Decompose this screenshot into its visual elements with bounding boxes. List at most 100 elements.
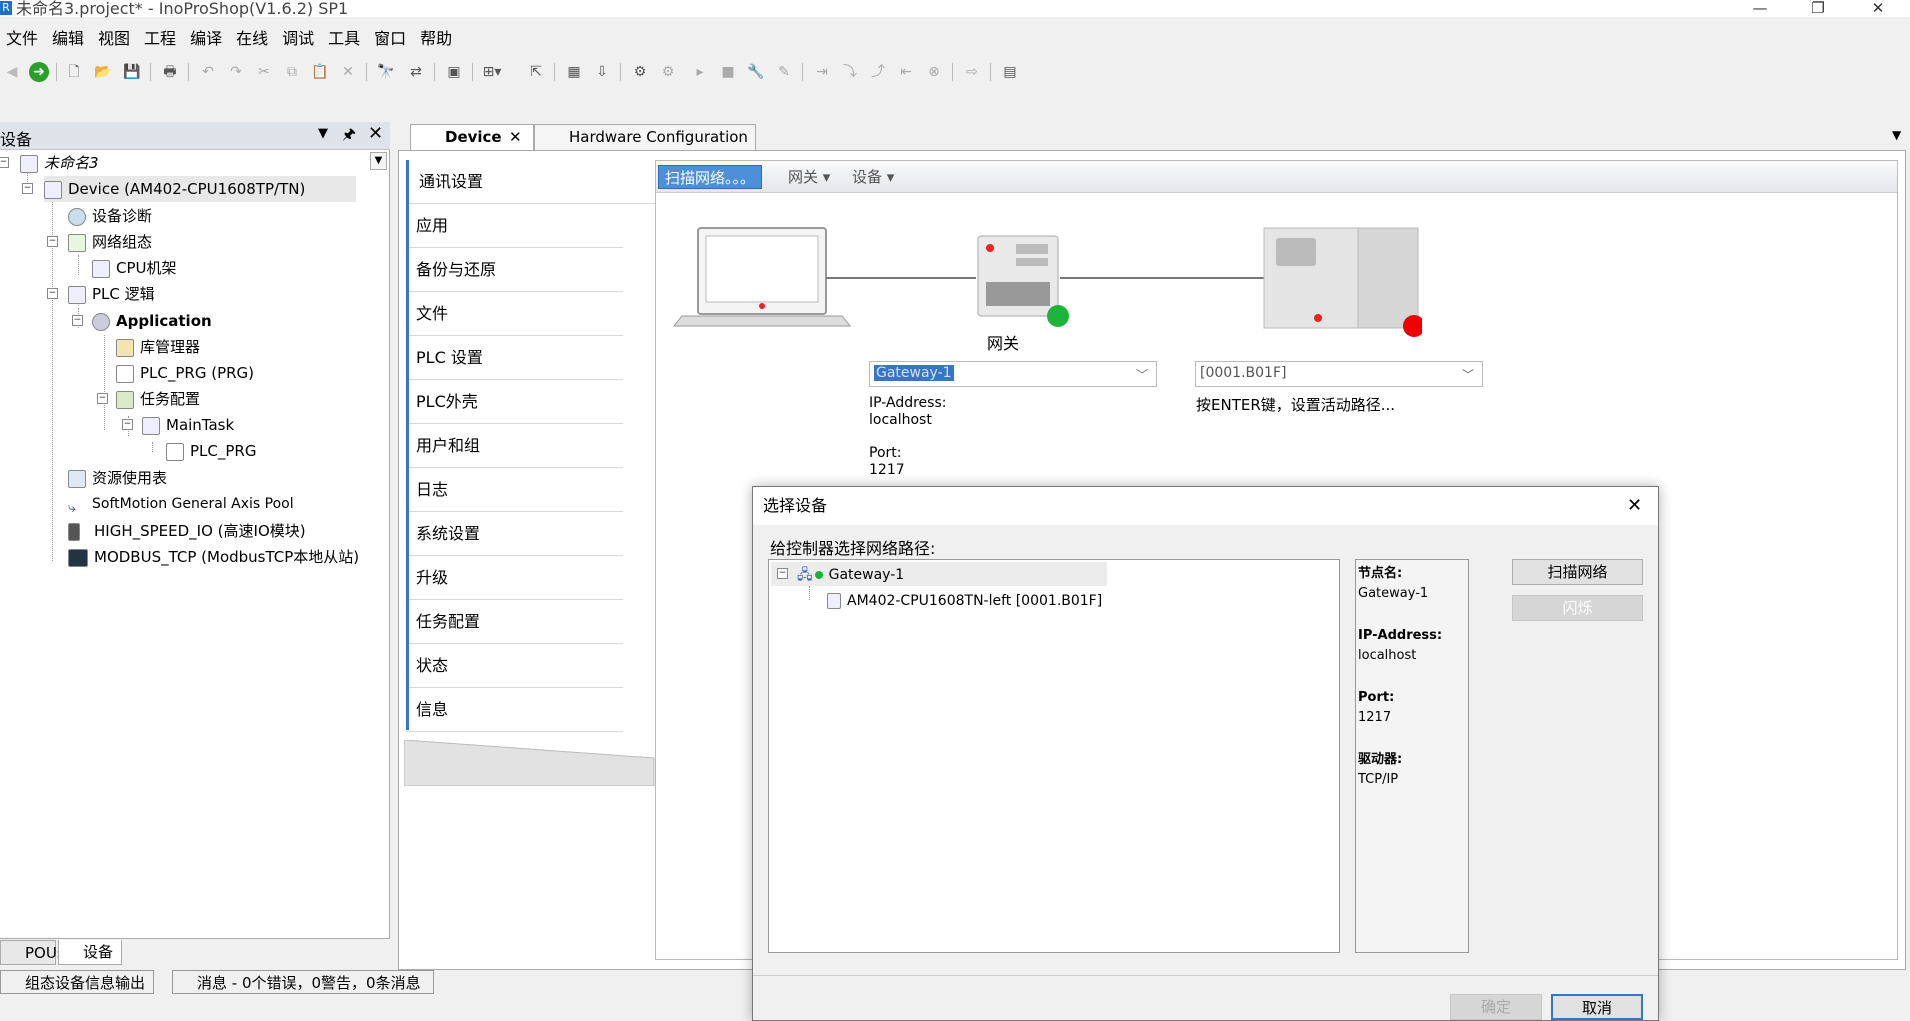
cancel-button[interactable]: 取消 [1551, 994, 1643, 1020]
tab-messages[interactable]: 消息 - 0个错误，0警告，0条消息 [172, 970, 434, 994]
scan-network-button[interactable]: 扫描网络。。。 [658, 165, 763, 189]
menu-debug[interactable]: 调试 [276, 27, 322, 51]
nav-files[interactable]: 文件 [406, 292, 623, 336]
nav-comm-settings[interactable]: 通讯设置 [406, 160, 656, 204]
close-tab-icon[interactable]: ✕ [509, 125, 522, 149]
open-folder-icon[interactable]: 📂 [93, 62, 113, 82]
expander-icon[interactable]: − [0, 157, 9, 168]
edit-icon[interactable]: ✎ [774, 62, 794, 82]
forward-icon[interactable]: ➜ [29, 62, 49, 82]
nav-plc-shell[interactable]: PLC外壳 [406, 380, 623, 424]
copy-icon[interactable]: ⧉ [282, 62, 302, 82]
pin-icon[interactable]: 🖈 [342, 124, 356, 149]
tree-item-high-speed-io[interactable]: HIGH_SPEED_IO (高速IO模块) [68, 518, 306, 544]
expander-icon[interactable]: − [777, 568, 788, 579]
run-icon[interactable]: ▸ [690, 62, 710, 82]
nav-application[interactable]: 应用 [406, 204, 623, 248]
menu-project[interactable]: 工程 [138, 27, 184, 51]
tree-item-diagnostics[interactable]: 设备诊断 [68, 203, 152, 229]
menu-tools[interactable]: 工具 [322, 27, 368, 51]
export-icon[interactable]: ⇱ [526, 62, 546, 82]
tabs-dropdown-icon[interactable]: ▼ [1892, 128, 1901, 142]
menu-online[interactable]: 在线 [230, 27, 276, 51]
run-to-cursor-icon[interactable]: ⇤ [896, 62, 916, 82]
nav-backup-restore[interactable]: 备份与还原 [406, 248, 623, 292]
close-window-button[interactable]: ✕ [1858, 0, 1898, 17]
tree-item-maintask[interactable]: MainTask [142, 412, 234, 438]
new-file-icon[interactable]: 🗋 [64, 62, 84, 82]
tree-item-project[interactable]: 未命名3 [20, 150, 99, 176]
step-over-icon[interactable]: ⇥ [812, 62, 832, 82]
tree-item-plc-device[interactable]: AM402-CPU1608TN-left [0001.B01F] [827, 590, 1102, 612]
tab-hardware-config[interactable]: Hardware Configuration [534, 124, 756, 150]
arrow-right-icon[interactable]: ⇨ [962, 62, 982, 82]
scan-network-button[interactable]: 扫描网络 [1512, 559, 1643, 585]
menu-build[interactable]: 编译 [184, 27, 230, 51]
blink-button[interactable]: 闪烁 [1512, 595, 1643, 621]
expander-icon[interactable]: − [122, 419, 133, 430]
build-icon[interactable]: ▦ [564, 62, 584, 82]
tree-item-plc-logic[interactable]: PLC 逻辑 [68, 281, 155, 307]
nav-log[interactable]: 日志 [406, 468, 623, 512]
download-icon[interactable]: ⇩ [592, 62, 612, 82]
tree-item-gateway[interactable]: 🖧 Gateway-1 [797, 564, 904, 586]
step-into-icon[interactable]: ⤵ [840, 62, 860, 82]
expander-icon[interactable]: − [47, 236, 58, 247]
menu-edit[interactable]: 编辑 [46, 27, 92, 51]
tree-item-cpu-rack[interactable]: CPU机架 [92, 255, 177, 281]
nav-task-config[interactable]: 任务配置 [406, 600, 623, 644]
tree-item-plc-prg-call[interactable]: PLC_PRG [166, 438, 256, 464]
save-icon[interactable]: 💾 [122, 62, 142, 82]
nav-status[interactable]: 状态 [406, 644, 623, 688]
breakpoint-icon[interactable]: ⊗ [924, 62, 944, 82]
nav-info[interactable]: 信息 [406, 688, 623, 732]
paste-icon[interactable]: 📋 [310, 62, 330, 82]
tree-item-network-config[interactable]: 网络组态 [68, 229, 152, 255]
find-icon[interactable]: 🔭 [376, 62, 396, 82]
replace-icon[interactable]: ⇄ [406, 62, 426, 82]
tab-device[interactable]: Device ✕ [410, 124, 534, 150]
expander-icon[interactable]: − [72, 315, 83, 326]
gateway-menu[interactable]: 网关 ▾ [782, 165, 836, 189]
undo-icon[interactable]: ↶ [198, 62, 218, 82]
tree-item-task-config[interactable]: 任务配置 [116, 386, 200, 412]
step-out-icon[interactable]: ⤴ [868, 62, 888, 82]
cut-icon[interactable]: ✂ [254, 62, 274, 82]
nav-upgrade[interactable]: 升级 [406, 556, 623, 600]
tree-item-axis-pool[interactable]: ⤷ SoftMotion General Axis Pool [68, 491, 294, 517]
minimize-button[interactable]: — [1740, 0, 1780, 17]
nav-users-groups[interactable]: 用户和组 [406, 424, 623, 468]
reset-icon[interactable]: 🔧 [746, 62, 766, 82]
logout-icon[interactable]: ⚙ [658, 62, 678, 82]
tab-device-output[interactable]: 组态设备信息输出 [0, 970, 154, 994]
stop-icon[interactable]: ■ [718, 62, 738, 82]
window-icon[interactable]: ▣ [444, 62, 464, 82]
ok-button[interactable]: 确定 [1450, 994, 1542, 1020]
tree-item-library-manager[interactable]: 库管理器 [116, 334, 200, 360]
tab-pous[interactable]: POUs [0, 940, 65, 965]
menu-window[interactable]: 窗口 [368, 27, 414, 51]
tree-item-application[interactable]: Application [92, 308, 212, 334]
menu-view[interactable]: 视图 [92, 27, 138, 51]
nav-system-settings[interactable]: 系统设置 [406, 512, 623, 556]
menu-help[interactable]: 帮助 [414, 27, 460, 51]
login-icon[interactable]: ⚙ [630, 62, 650, 82]
print-icon[interactable]: 🖶 [160, 62, 180, 82]
panel-dropdown-icon[interactable]: ▼ [318, 126, 328, 141]
tree-item-plc-prg[interactable]: PLC_PRG (PRG) [116, 360, 254, 386]
tree-dropdown-icon[interactable]: ▼ [370, 152, 387, 170]
expander-icon[interactable]: − [22, 183, 33, 194]
back-icon[interactable]: ◀ [2, 62, 22, 82]
close-dialog-icon[interactable]: ✕ [1627, 487, 1642, 525]
nav-plc-settings[interactable]: PLC 设置 [406, 336, 623, 380]
tab-devices[interactable]: 设备 [58, 940, 122, 965]
tree-item-modbus-tcp[interactable]: MODBUS_TCP (ModbusTCP本地从站) [68, 544, 359, 570]
tree-item-device[interactable]: Device (AM402-CPU1608TP/TN) [44, 176, 356, 202]
device-select[interactable]: [0001.B01F] ﹀ [1195, 361, 1483, 387]
redo-icon[interactable]: ↷ [226, 62, 246, 82]
menu-file[interactable]: 文件 [0, 27, 46, 51]
close-panel-icon[interactable]: ✕ [368, 123, 383, 144]
expander-icon[interactable]: − [47, 288, 58, 299]
restore-button[interactable]: ❐ [1798, 0, 1838, 17]
gateway-select[interactable]: Gateway-1 ﹀ [869, 361, 1157, 387]
